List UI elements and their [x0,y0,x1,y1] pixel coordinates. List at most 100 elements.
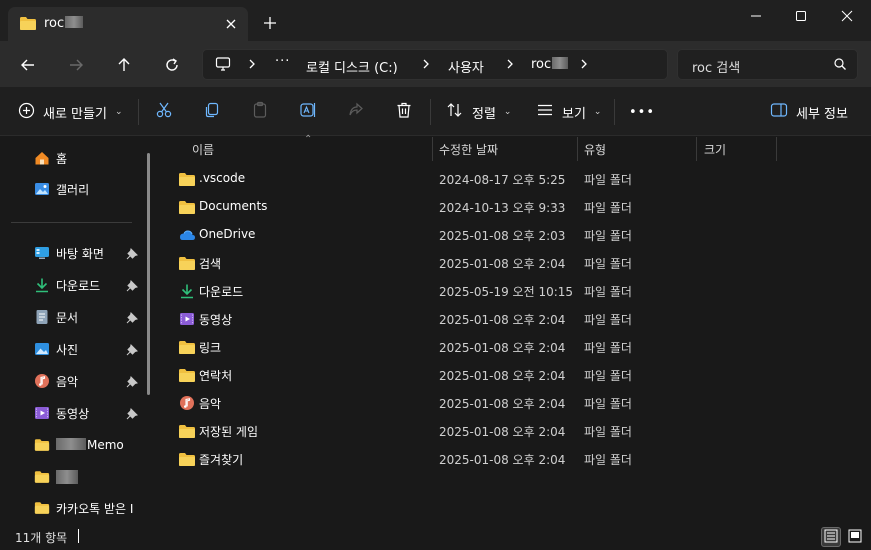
music-icon [178,395,196,411]
pin-icon[interactable] [126,280,138,292]
delete-button[interactable] [395,99,413,125]
column-header-modified[interactable]: 수정한 날짜 [439,141,498,158]
sidebar-item-folder[interactable] [34,465,144,489]
refresh-button[interactable] [160,53,184,77]
folder-icon [178,367,196,383]
sidebar-item-memo[interactable]: Memo [34,433,144,457]
file-name: 음악 [199,397,222,411]
file-modified: 2024-08-17 오후 5:25 [439,173,566,187]
video-icon [178,311,196,327]
chevron-right-icon[interactable] [247,57,257,75]
file-list: ⌃ 이름 수정한 날짜 유형 크기 .vscode 2024-08-17 오후 5… [160,134,871,522]
view-button[interactable]: 보기 ⌄ [536,99,601,125]
file-name: Documents [199,199,268,213]
new-button[interactable]: 새로 만들기 ⌄ [18,99,122,125]
details-view-icon [824,529,838,546]
new-button-label: 새로 만들기 [43,106,107,122]
chevron-right-icon[interactable] [421,57,431,75]
column-header-name[interactable]: 이름 [192,141,214,158]
details-view-button[interactable] [821,527,841,547]
large-icons-view-button[interactable] [845,527,865,547]
column-divider[interactable] [696,137,697,161]
sort-button[interactable]: 정렬 ⌄ [446,99,511,125]
copy-button[interactable] [203,99,221,125]
sidebar-item-home[interactable]: 홈 [34,146,144,170]
folder-icon [178,199,196,215]
breadcrumb-users[interactable]: 사용자 [448,57,484,76]
pin-icon[interactable] [126,408,138,420]
file-row[interactable]: 링크 2025-01-08 오후 2:04 파일 폴더 [172,333,862,361]
view-button-label: 보기 [562,106,586,122]
file-row[interactable]: OneDrive 2025-01-08 오후 2:03 파일 폴더 [172,221,862,249]
chevron-right-icon[interactable] [505,57,515,75]
column-header-type[interactable]: 유형 [584,141,606,158]
pin-icon[interactable] [126,248,138,260]
sidebar-item-kakaotalk[interactable]: 카카오톡 받은 I [34,496,144,520]
folder-icon [34,437,50,453]
file-name: 검색 [199,257,222,271]
close-window-button[interactable] [824,0,870,32]
cut-button[interactable] [155,99,173,125]
share-button[interactable] [347,99,365,125]
sidebar-item-gallery[interactable]: 갤러리 [34,177,144,201]
column-divider[interactable] [432,137,433,161]
file-row[interactable]: 즐겨찾기 2025-01-08 오후 2:04 파일 폴더 [172,445,862,473]
maximize-button[interactable] [778,0,824,32]
file-type: 파일 폴더 [584,397,632,411]
file-type: 파일 폴더 [584,173,632,187]
folder-icon [34,500,50,516]
title-bar: roc [0,0,871,41]
pin-icon[interactable] [126,376,138,388]
divider [614,99,615,125]
breadcrumb-user-folder[interactable]: roc [531,57,569,72]
file-modified: 2025-05-19 오전 10:15 [439,285,574,299]
column-header-size[interactable]: 크기 [704,141,726,158]
search-icon[interactable] [833,57,847,74]
folder-icon [178,423,196,439]
file-row[interactable]: 동영상 2025-01-08 오후 2:04 파일 폴더 [172,305,862,333]
file-name: 연락처 [199,369,233,383]
pictures-icon [34,341,50,357]
details-pane-button[interactable]: 세부 정보 [770,99,848,125]
rename-button[interactable] [299,99,317,125]
redacted-mask [56,438,86,450]
new-tab-button[interactable] [260,13,280,33]
minimize-button[interactable] [733,0,779,32]
more-options-button[interactable]: ••• [629,99,655,125]
file-name: 동영상 [199,313,233,327]
column-divider[interactable] [577,137,578,161]
file-row[interactable]: Documents 2024-10-13 오후 9:33 파일 폴더 [172,193,862,221]
file-row[interactable]: .vscode 2024-08-17 오후 5:25 파일 폴더 [172,165,862,193]
file-row[interactable]: 검색 2025-01-08 오후 2:04 파일 폴더 [172,249,862,277]
close-icon[interactable] [220,13,242,35]
folder-icon [178,171,196,187]
pin-icon[interactable] [126,312,138,324]
paste-button[interactable] [251,99,269,125]
file-type: 파일 폴더 [584,369,632,383]
file-modified: 2025-01-08 오후 2:04 [439,313,566,327]
breadcrumb-local-disk[interactable]: 로컬 디스크 (C:) [306,57,398,76]
command-bar: 새로 만들기 ⌄ 정렬 ⌄ 보기 ⌄ ••• 세부 정보 [0,87,871,136]
up-button[interactable] [112,53,136,77]
tab-current[interactable]: roc [8,7,248,41]
forward-button[interactable] [64,53,88,77]
trash-icon [395,101,413,123]
column-divider[interactable] [776,137,777,161]
chevron-right-icon[interactable] [579,57,589,75]
redacted-mask [56,470,78,484]
file-row[interactable]: 음악 2025-01-08 오후 2:04 파일 폴더 [172,389,862,417]
breadcrumb-overflow[interactable]: ··· [275,54,290,69]
sidebar-scrollbar[interactable] [147,153,150,395]
pin-icon[interactable] [126,344,138,356]
file-name: 링크 [199,341,222,355]
file-modified: 2025-01-08 오후 2:04 [439,257,566,271]
file-row[interactable]: 연락처 2025-01-08 오후 2:04 파일 폴더 [172,361,862,389]
file-row[interactable]: 다운로드 2025-05-19 오전 10:15 파일 폴더 [172,277,862,305]
search-input[interactable]: roc 검색 [677,49,858,80]
back-button[interactable] [16,53,40,77]
file-row[interactable]: 저장된 게임 2025-01-08 오후 2:04 파일 폴더 [172,417,862,445]
computer-icon[interactable] [215,56,231,76]
address-bar[interactable]: ··· 로컬 디스크 (C:) 사용자 roc [202,49,668,80]
file-type: 파일 폴더 [584,257,632,271]
file-name: OneDrive [199,227,256,241]
